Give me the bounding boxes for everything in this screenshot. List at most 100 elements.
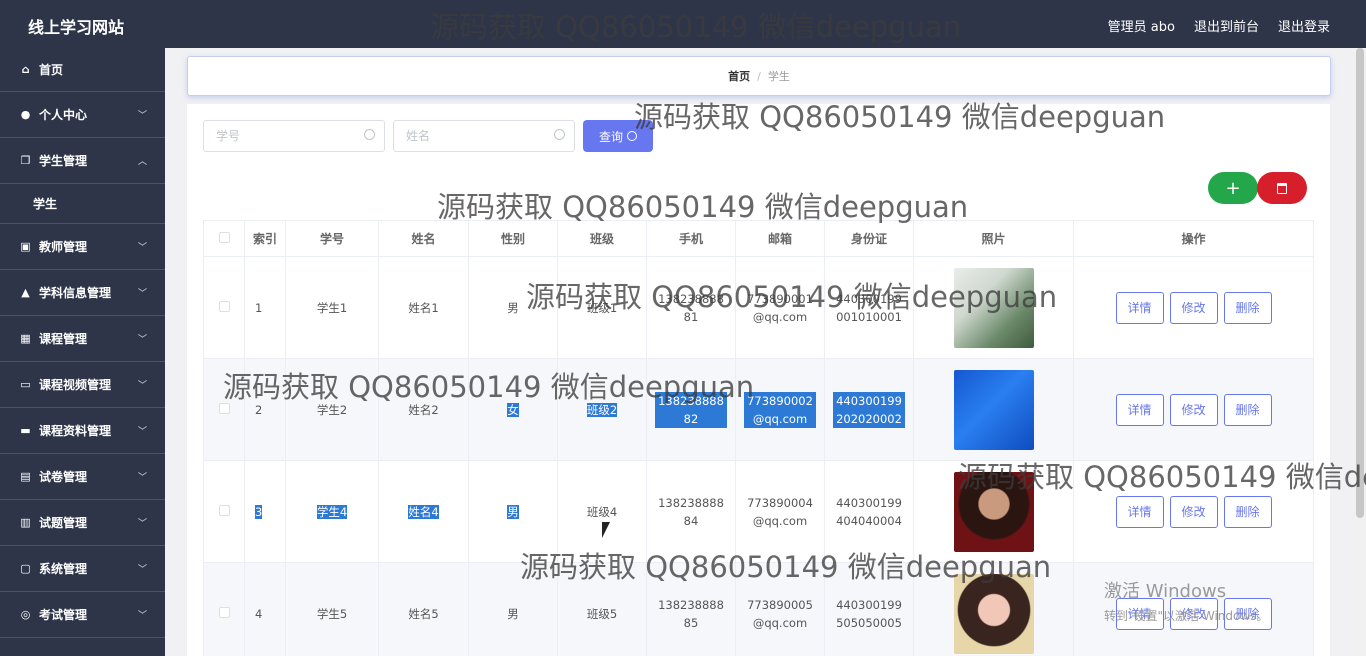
phone-value: 13823888881 [658,291,724,324]
row-select-cell [203,562,245,656]
breadcrumb-home[interactable]: 首页 [728,68,750,84]
delete-button[interactable]: 删除 [1223,597,1272,630]
sidebar-item-question-management[interactable]: ▥ 试题管理 ﹀ [0,500,165,546]
sidebar-item-personal-center[interactable]: ● 个人中心 ﹀ [0,92,165,138]
sidebar-item-student-management[interactable]: ❐ 学生管理 ︿ [0,138,165,184]
phone-value: 13823888884 [658,495,724,528]
edit-button[interactable]: 修改 [1169,597,1218,630]
detail-button[interactable]: 详情 [1115,495,1164,528]
sidebar-item-teacher-management[interactable]: ▣ 教师管理 ﹀ [0,224,165,270]
query-button-label: 查询 [598,129,623,144]
email-cell: 773890005@qq.com [735,562,825,656]
sidebar-item-system-management[interactable]: ▢ 系统管理 ﹀ [0,546,165,592]
add-button[interactable]: + [1208,172,1258,204]
student-no-cell: 学生2 [285,358,379,461]
student-photo [953,369,1034,450]
column-header: 身份证 [824,220,914,257]
admin-user-link[interactable]: 管理员 abo [1108,16,1175,35]
detail-button[interactable]: 详情 [1115,393,1164,426]
delete-button[interactable]: 删除 [1223,291,1272,324]
batch-delete-button[interactable] [1257,172,1307,204]
page-scrollbar[interactable] [1354,48,1366,656]
operation-cell: 详情 修改 删除 [1073,460,1314,563]
mouse-cursor-icon [602,522,610,538]
sidebar-item-home[interactable]: ⌂ 首页 [0,48,165,92]
row-checkbox[interactable] [218,606,230,618]
id-card-value: 440300199404040004 [836,495,902,528]
sidebar-item-label: 首页 [39,63,64,77]
search-icon [364,129,375,140]
id-card-value: 440300199202020002 [833,391,905,428]
sidebar: ⌂ 首页 ● 个人中心 ﹀ ❐ 学生管理 ︿ 学生 ▣ 教师管理 ﹀ ▲ 学科信… [0,48,165,656]
select-all-checkbox[interactable] [218,231,230,243]
index-value: 3 [255,504,263,519]
sidebar-item-material-management[interactable]: ▬ 课程资料管理 ﹀ [0,408,165,454]
cap-icon: ▲ [21,286,30,299]
email-value: 773890005@qq.com [747,597,813,630]
email-value: 773890002@qq.com [744,391,816,428]
operation-cell: 详情 修改 删除 [1073,256,1314,359]
index-cell: 1 [244,256,286,359]
search-icon [627,131,637,141]
sidebar-item-label: 教师管理 [39,240,88,254]
student-photo [953,267,1034,348]
chevron-down-icon: ﹀ [137,111,147,121]
sidebar-item-subject-management[interactable]: ▲ 学科信息管理 ﹀ [0,270,165,316]
copy-icon: ❐ [20,154,31,167]
top-links: 管理员 abo 退出到前台 退出登录 [1108,16,1330,35]
gender-cell: 女 [468,358,558,461]
student-no-input[interactable] [204,121,354,151]
delete-button[interactable]: 删除 [1223,393,1272,426]
sidebar-item-label: 试卷管理 [39,470,88,484]
index-cell: 2 [244,358,286,461]
chevron-down-icon: ﹀ [137,427,147,437]
gender-value: 男 [507,504,519,519]
student-no-cell: 学生5 [285,562,379,656]
sidebar-item-course-management[interactable]: ▦ 课程管理 ﹀ [0,316,165,362]
logout-link[interactable]: 退出登录 [1278,16,1330,35]
user-icon: ● [20,108,31,121]
back-to-frontend-link[interactable]: 退出到前台 [1194,16,1259,35]
student-no-cell: 学生4 [285,460,379,563]
breadcrumb-current: 学生 [767,70,790,83]
table-row: 3 学生4 姓名4 男 班级4 13823888884 773890004@qq… [203,460,1314,563]
operation-cell: 详情 修改 删除 [1073,562,1314,656]
search-icon [554,129,565,140]
row-checkbox[interactable] [218,504,230,516]
detail-button[interactable]: 详情 [1115,597,1164,630]
name-input[interactable] [394,121,544,151]
row-checkbox[interactable] [218,402,230,414]
email-cell: 773890004@qq.com [735,460,825,563]
sidebar-subitem-student[interactable]: 学生 [0,184,165,224]
select-all-cell [203,220,245,257]
gender-cell: 男 [468,256,558,359]
row-checkbox[interactable] [218,300,230,312]
edit-button[interactable]: 修改 [1169,393,1218,426]
class-cell: 班级2 [557,358,647,461]
grid-icon: ▦ [20,332,31,345]
detail-button[interactable]: 详情 [1115,291,1164,324]
exam-icon: ◎ [20,608,31,621]
edit-button[interactable]: 修改 [1169,495,1218,528]
edit-button[interactable]: 修改 [1169,291,1218,324]
column-header: 手机 [646,220,736,257]
name-search-box [393,120,575,152]
id-card-cell: 440300199001010001 [824,256,914,359]
name-cell: 姓名5 [378,562,469,656]
phone-value: 13823888882 [655,391,727,428]
student-no-value: 学生4 [316,504,348,519]
table-header-row: 索引 学号 姓名 性别 班级 手机 邮箱 身份证 照片 操作 [203,220,1314,257]
row-select-cell [203,358,245,461]
badge-icon: ▣ [20,240,31,253]
id-card-cell: 440300199505050005 [824,562,914,656]
name-cell: 姓名4 [378,460,469,563]
column-header: 班级 [557,220,647,257]
student-no-search-box [203,120,385,152]
sidebar-item-paper-management[interactable]: ▤ 试卷管理 ﹀ [0,454,165,500]
scrollbar-thumb[interactable] [1356,48,1364,518]
sidebar-item-video-management[interactable]: ▭ 课程视频管理 ﹀ [0,362,165,408]
delete-button[interactable]: 删除 [1223,495,1272,528]
query-button[interactable]: 查询 [583,120,653,152]
system-icon: ▢ [20,562,31,575]
sidebar-item-exam-management[interactable]: ◎ 考试管理 ﹀ [0,592,165,638]
